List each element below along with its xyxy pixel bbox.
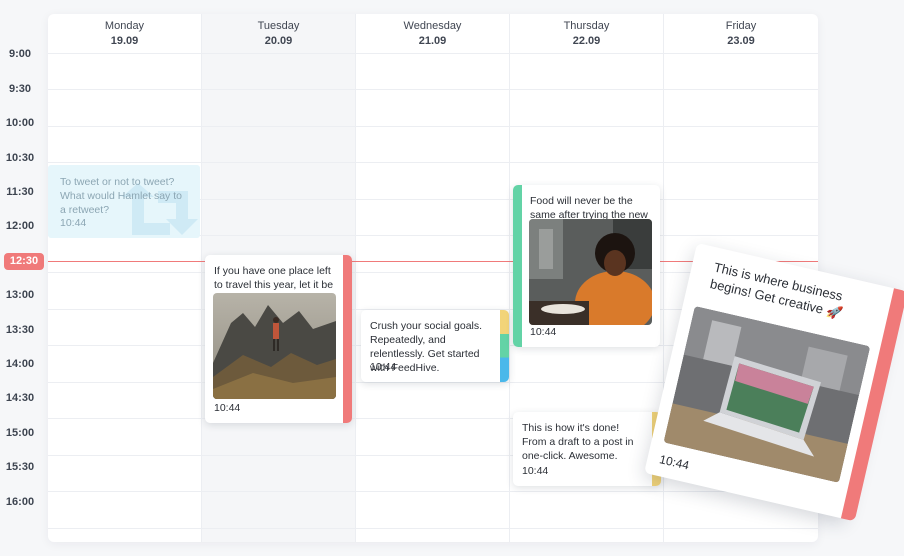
day-header: Monday 19.09 <box>48 14 201 54</box>
woman-eating-photo <box>529 219 652 325</box>
post-image <box>529 219 652 325</box>
day-name: Wednesday <box>403 20 462 32</box>
time-label: 15:00 <box>5 427 35 439</box>
time-label: 14:30 <box>5 392 35 404</box>
day-name: Friday <box>725 20 757 32</box>
grid-line <box>48 162 818 163</box>
post-image <box>663 305 871 483</box>
time-label: 13:30 <box>5 324 35 336</box>
day-header: Tuesday 20.09 <box>202 14 355 54</box>
post-time: 10:44 <box>530 326 557 338</box>
time-label: 13:00 <box>5 289 35 301</box>
day-header: Wednesday 21.09 <box>356 14 509 54</box>
day-header: Thursday 22.09 <box>510 14 663 54</box>
scheduled-post-card[interactable]: If you have one place left to travel thi… <box>205 255 352 423</box>
post-image <box>213 293 336 399</box>
post-time: 10:44 <box>214 402 241 414</box>
day-date: 19.09 <box>110 35 139 47</box>
grid-line <box>48 126 818 127</box>
post-status-stripe <box>513 185 522 347</box>
post-status-stripe <box>500 310 509 382</box>
day-header: Friday 23.09 <box>664 14 818 54</box>
day-date: 22.09 <box>572 35 601 47</box>
post-status-stripe <box>343 255 352 423</box>
day-date: 20.09 <box>264 35 293 47</box>
day-name: Tuesday <box>257 20 300 32</box>
post-text: This is how it's done! From a draft to a… <box>522 422 634 462</box>
time-label: 12:00 <box>5 220 35 232</box>
time-label: 10:30 <box>5 152 35 164</box>
time-label: 14:00 <box>5 358 35 370</box>
time-label: 11:30 <box>6 186 34 198</box>
scheduled-post-card[interactable]: Crush your social goals. Repeatedly, and… <box>361 310 509 382</box>
post-time: 10:44 <box>60 217 87 229</box>
day-column-wednesday[interactable]: Wednesday 21.09 <box>356 14 510 542</box>
post-time: 10:44 <box>522 465 549 477</box>
post-time: 10:44 <box>370 361 397 373</box>
post-time: 10:44 <box>658 452 691 473</box>
scheduled-post-card[interactable]: This is how it's done! From a draft to a… <box>513 412 661 486</box>
draft-post-placeholder[interactable]: To tweet or not to tweet? What would Ham… <box>48 165 200 238</box>
day-name: Monday <box>104 20 145 32</box>
time-label: 9:30 <box>8 83 32 95</box>
mountain-hiker-photo <box>213 293 336 399</box>
day-name: Thursday <box>563 20 610 32</box>
time-label: 16:00 <box>5 496 35 508</box>
laptop-desk-photo <box>663 305 871 483</box>
time-label: 9:00 <box>8 48 32 60</box>
grid-line <box>48 89 818 90</box>
time-label: 10:00 <box>5 117 35 129</box>
post-text: To tweet or not to tweet? What would Ham… <box>60 176 182 216</box>
current-time-badge: 12:30 <box>4 253 44 270</box>
grid-line <box>48 53 818 54</box>
day-date: 23.09 <box>727 35 755 47</box>
scheduled-post-card[interactable]: Food will never be the same after trying… <box>513 185 660 347</box>
grid-line <box>48 528 818 529</box>
day-column-monday[interactable]: Monday 19.09 <box>48 14 202 542</box>
day-date: 21.09 <box>418 35 447 47</box>
time-axis: 9:00 9:30 10:00 10:30 11:30 12:00 12:30 … <box>0 0 48 556</box>
grid-line <box>48 491 818 492</box>
time-label: 15:30 <box>5 461 35 473</box>
